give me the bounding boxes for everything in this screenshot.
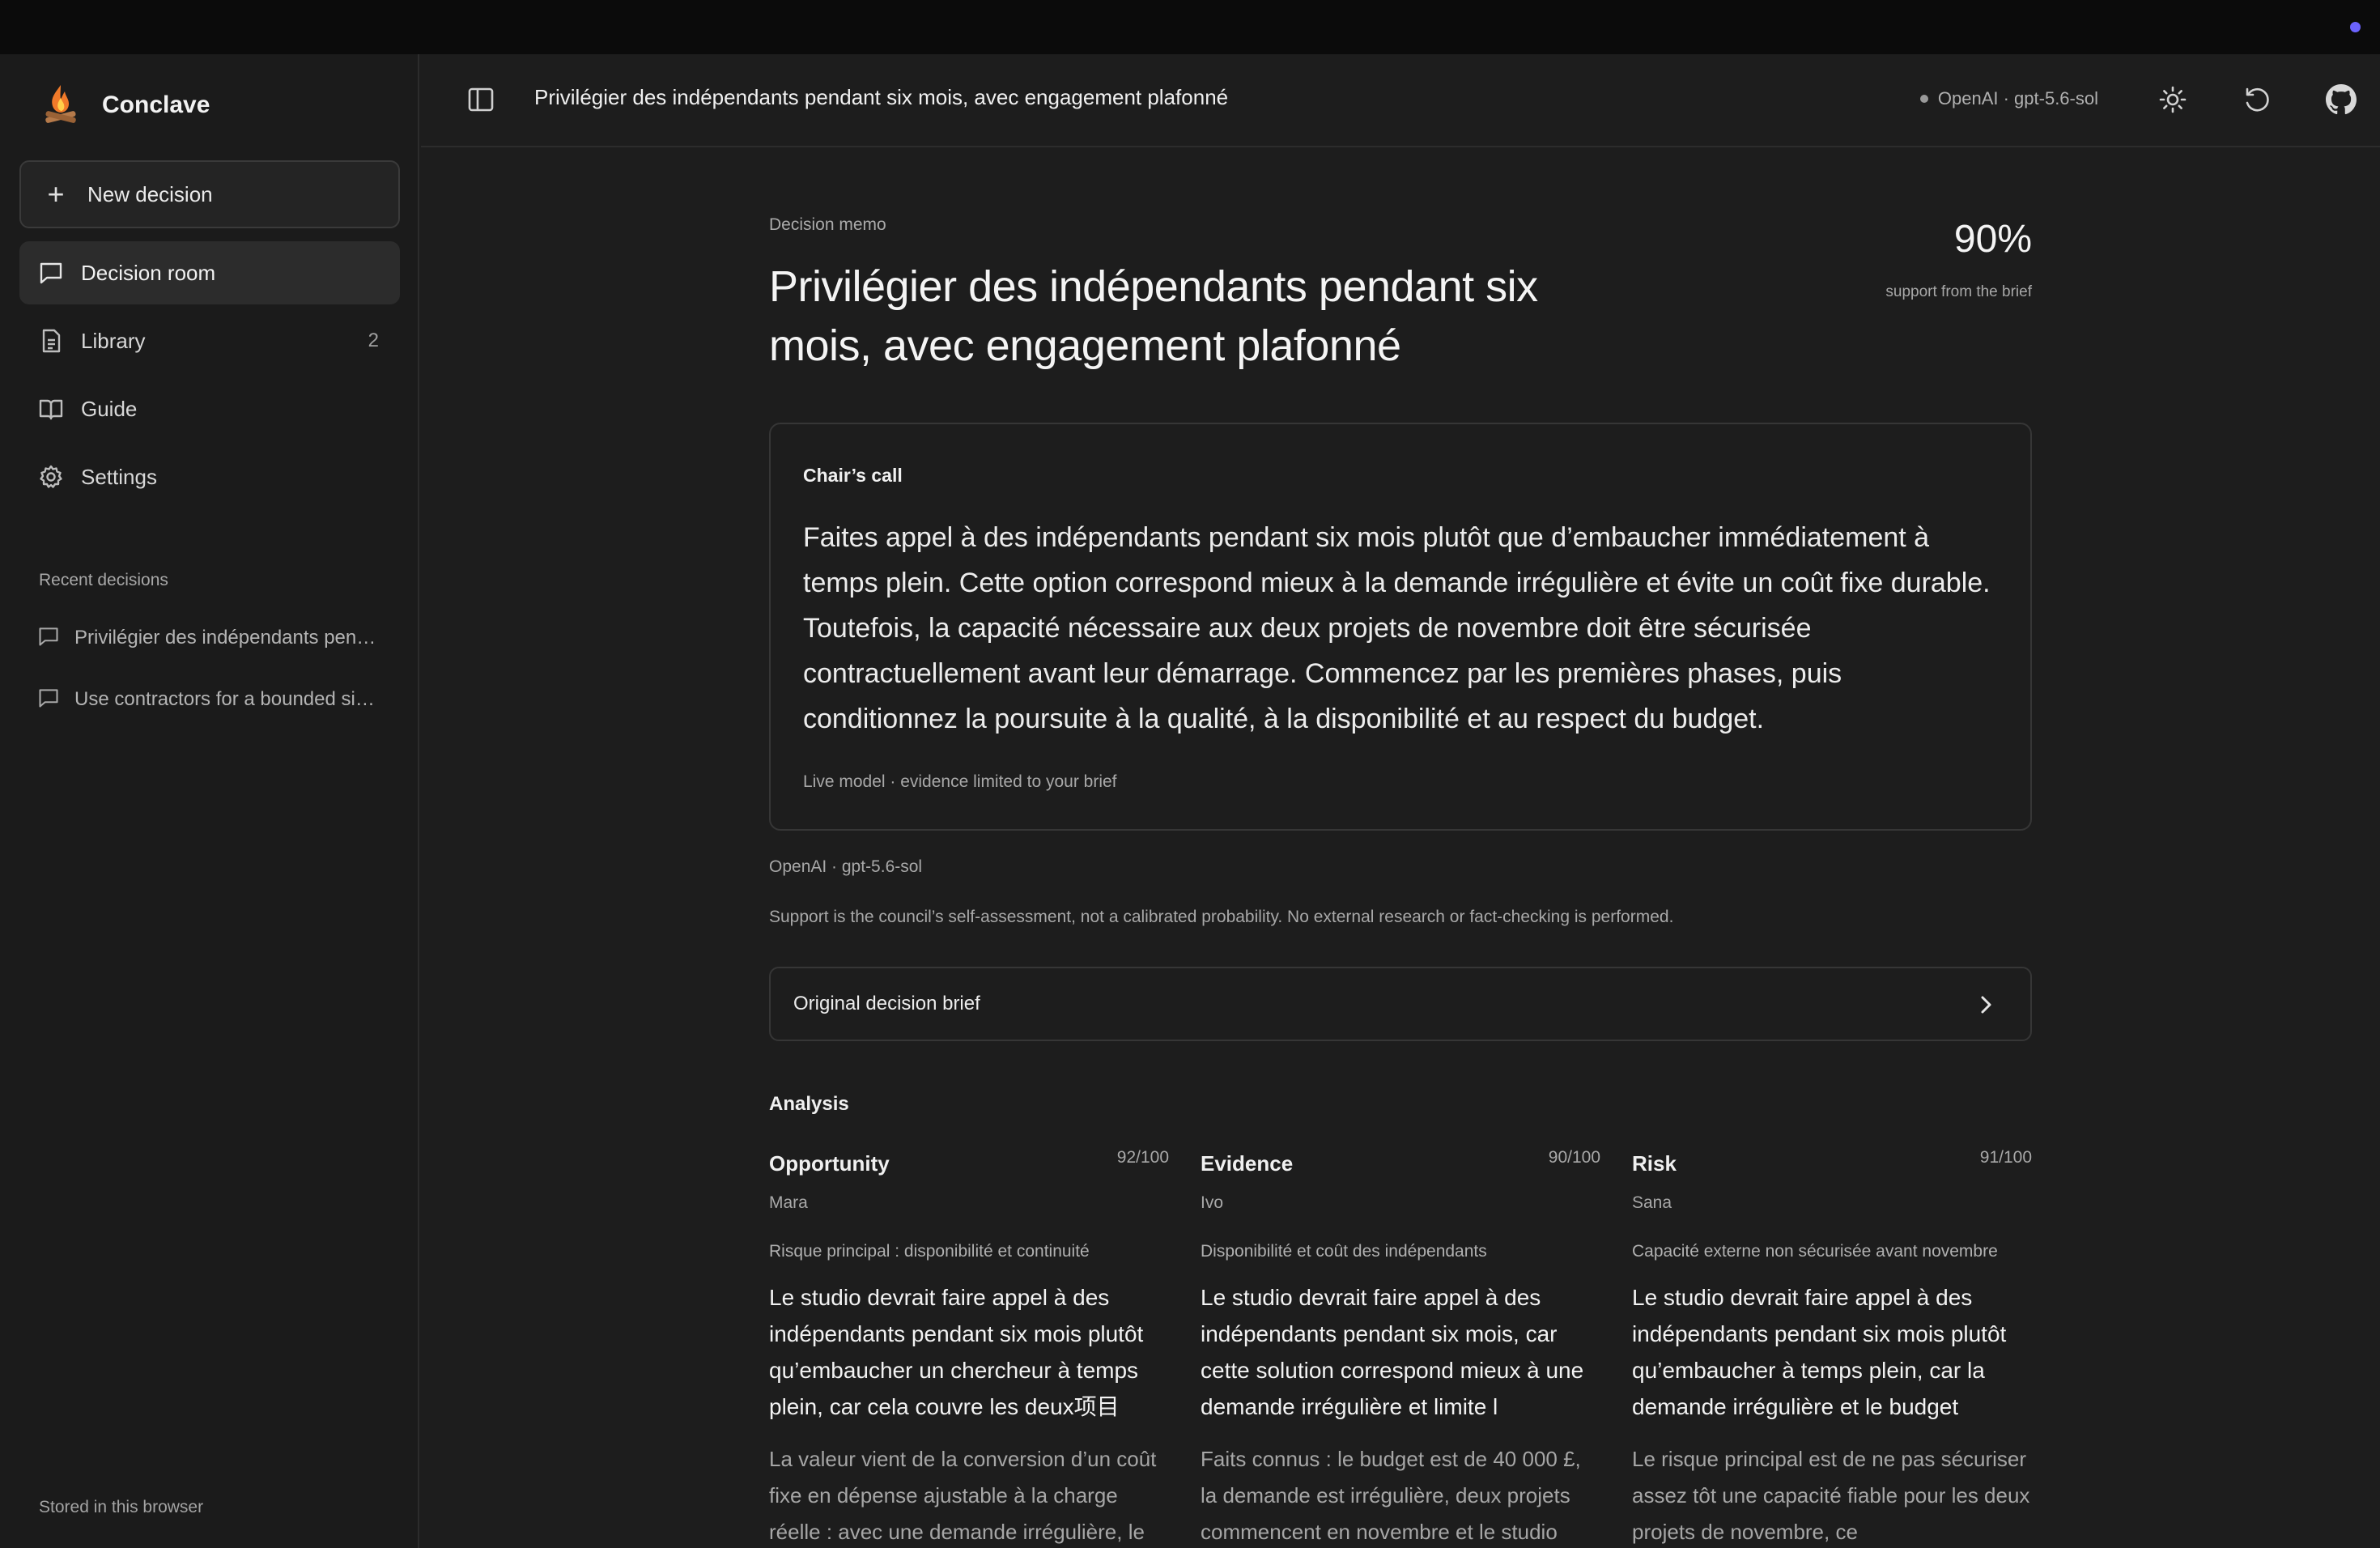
memo-title: Privilégier des indépendants pendant six…	[769, 262, 1538, 370]
chairs-call-footer: Live model · evidence limited to your br…	[803, 772, 1117, 791]
book-icon	[37, 395, 65, 423]
github-icon[interactable]	[2325, 83, 2357, 116]
page-title: Privilégier des indépendants pendant six…	[534, 85, 1229, 109]
analysis-column-name: Evidence	[1201, 1151, 1294, 1176]
document-icon	[37, 327, 65, 355]
chevron-right-icon	[1974, 993, 1998, 1017]
sidebar: Conclave + New decision Decision room Li…	[0, 54, 419, 1548]
model-indicator: OpenAI · gpt-5.6-sol	[1919, 88, 2098, 109]
original-brief-toggle[interactable]: Original decision brief	[769, 967, 2032, 1041]
gear-icon	[37, 463, 65, 491]
library-count-badge: 2	[368, 330, 379, 351]
chat-bubble-icon	[37, 625, 60, 652]
storage-note: Stored in this browser	[39, 1498, 204, 1516]
memo-label: Decision memo	[769, 215, 886, 234]
analysis-agent: Mara	[769, 1193, 808, 1212]
support-disclaimer: Support is the council’s self-assessment…	[769, 908, 1674, 926]
system-top-bar	[0, 0, 2380, 54]
analysis-agent: Ivo	[1201, 1193, 1224, 1212]
analysis-detail: Le risque principal est de ne pas sécuri…	[1632, 1447, 2030, 1544]
sidebar-item-guide[interactable]: Guide	[19, 377, 400, 440]
campfire-logo-icon	[39, 82, 83, 129]
app-name: Conclave	[102, 91, 210, 118]
analysis-score: 92/100	[1116, 1148, 1169, 1167]
chat-bubble-icon	[37, 259, 65, 287]
original-brief-label: Original decision brief	[793, 993, 980, 1014]
analysis-claim: Le studio devrait faire appel à des indé…	[769, 1285, 1144, 1419]
recent-decision-item[interactable]: Privilégier des indépendants pendant six…	[37, 622, 385, 654]
recent-decision-label: Use contractors for a bounded six-month …	[74, 688, 382, 710]
plus-icon: +	[47, 177, 65, 211]
analysis-agent: Sana	[1632, 1193, 1672, 1212]
analysis-detail: Faits connus : le budget est de 40 000 £…	[1201, 1447, 1581, 1544]
chairs-call-heading: Chair’s call	[803, 465, 903, 486]
sidebar-item-label: Decision room	[81, 260, 216, 285]
analysis-score: 90/100	[1548, 1148, 1600, 1167]
new-decision-button[interactable]: + New decision	[19, 160, 400, 228]
analysis-claim: Le studio devrait faire appel à des indé…	[1201, 1285, 1584, 1419]
sidebar-toggle-icon[interactable]	[466, 85, 495, 114]
analysis-topic: Risque principal : disponibilité et cont…	[769, 1242, 1090, 1261]
new-decision-label: New decision	[87, 181, 213, 206]
support-label: support from the brief	[1885, 283, 2032, 300]
analysis-topic: Disponibilité et coût des indépendants	[1201, 1242, 1487, 1261]
recent-decisions-heading: Recent decisions	[39, 571, 168, 589]
sun-icon[interactable]	[2157, 83, 2189, 116]
status-dot	[2350, 22, 2361, 32]
analysis-column-name: Opportunity	[769, 1151, 890, 1176]
analysis-topic: Capacité externe non sécurisée avant nov…	[1632, 1242, 1998, 1261]
model-status-dot	[1919, 95, 1928, 103]
refresh-icon[interactable]	[2241, 83, 2273, 116]
sidebar-item-decision-room[interactable]: Decision room	[19, 241, 400, 304]
support-percentage: 90%	[1953, 218, 2032, 261]
sidebar-item-label: Settings	[81, 464, 157, 489]
recent-decision-label: Privilégier des indépendants pendant six…	[74, 627, 382, 649]
sidebar-item-label: Library	[81, 328, 146, 353]
analysis-column-name: Risk	[1632, 1151, 1677, 1176]
model-label: OpenAI · gpt-5.6-sol	[1937, 88, 2098, 108]
chairs-call-body: Faites appel à des indépendants pendant …	[803, 522, 1991, 734]
sidebar-item-settings[interactable]: Settings	[19, 445, 400, 508]
analysis-score: 91/100	[1979, 1148, 2032, 1167]
analysis-claim: Le studio devrait faire appel à des indé…	[1632, 1285, 2007, 1419]
chat-bubble-icon	[37, 687, 60, 713]
brand[interactable]: Conclave	[39, 77, 210, 134]
sidebar-item-library[interactable]: Library 2	[19, 309, 400, 372]
sidebar-item-label: Guide	[81, 396, 138, 421]
chairs-call-card: Chair’s call Faites appel à des indépend…	[769, 423, 2032, 831]
recent-decision-item[interactable]: Use contractors for a bounded six-month …	[37, 683, 385, 716]
model-attribution: OpenAI · gpt-5.6-sol	[769, 857, 923, 876]
analysis-detail: La valeur vient de la conversion d’un co…	[769, 1447, 1157, 1544]
top-header: Privilégier des indépendants pendant six…	[421, 54, 2380, 147]
analysis-heading: Analysis	[769, 1093, 849, 1115]
